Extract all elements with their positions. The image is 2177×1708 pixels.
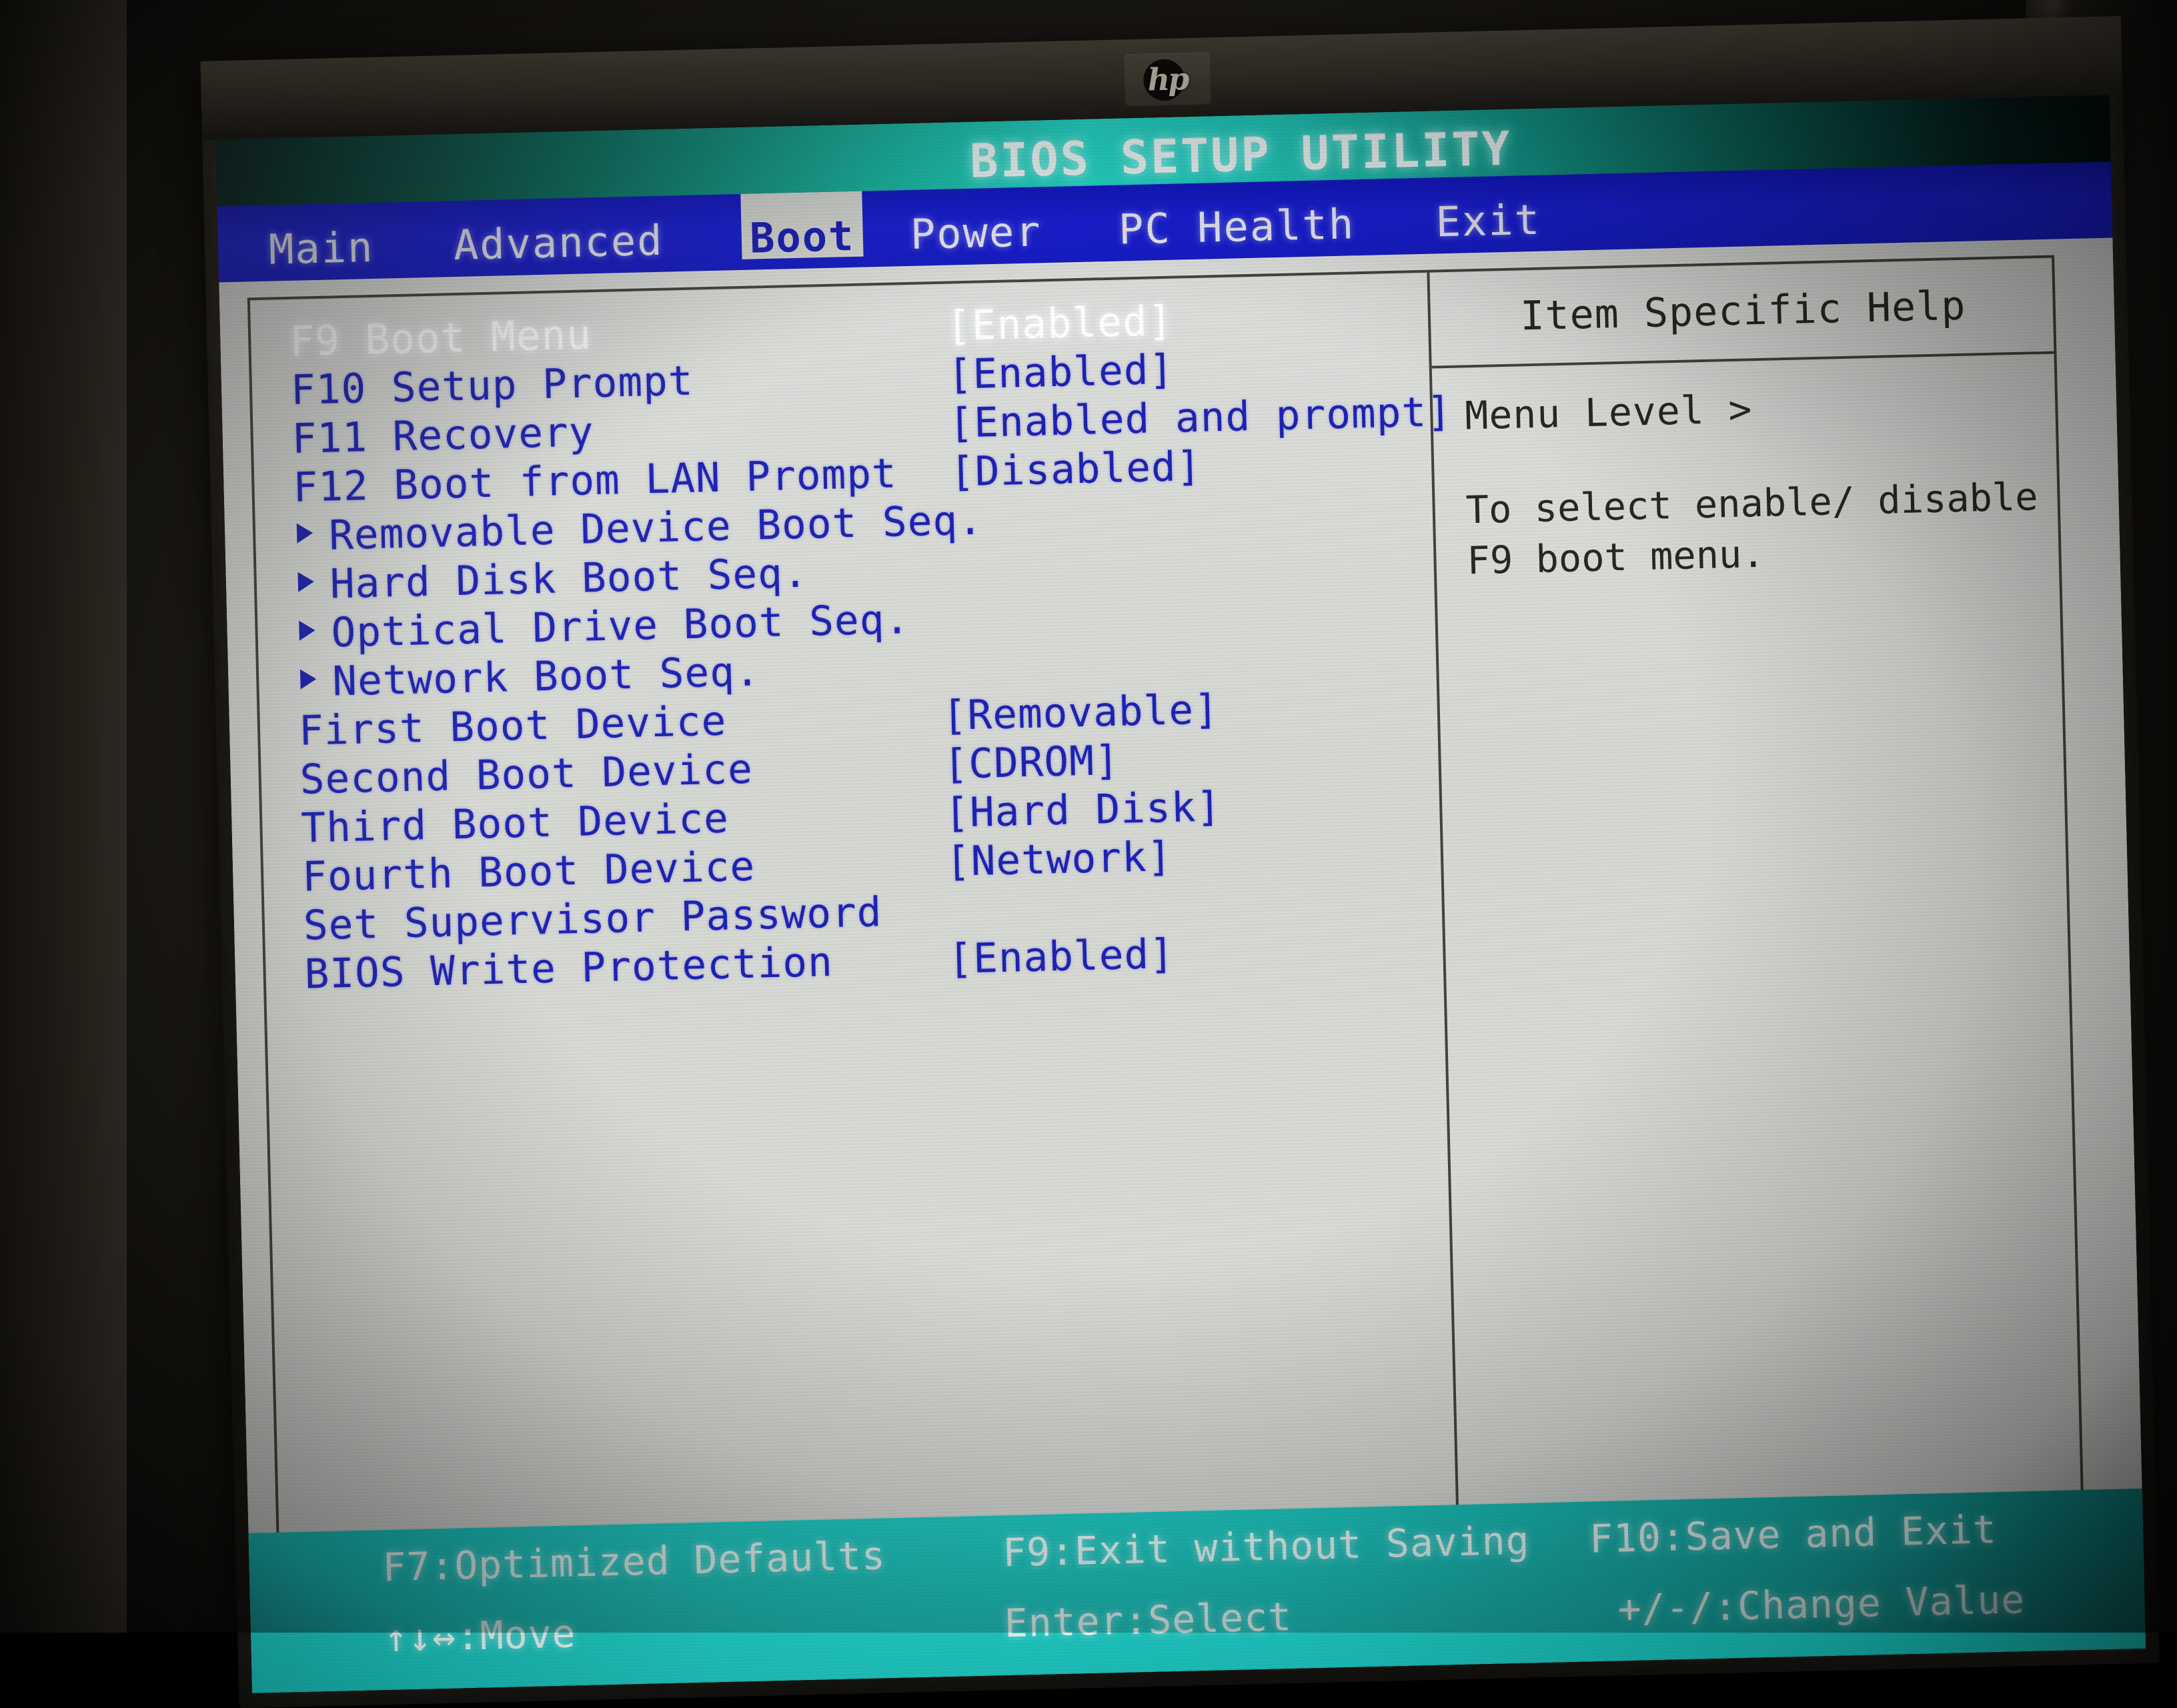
status-key-change-value[interactable]: +/-/:Change Value: [1617, 1577, 2026, 1631]
tab-exit[interactable]: Exit: [1435, 175, 1541, 243]
tab-boot[interactable]: Boot: [741, 191, 864, 259]
laptop-display-bezel: hp BIOS SETUP UTILITY Main Advanced Boot…: [200, 16, 2159, 1708]
status-key-move[interactable]: ↑↓↔:Move: [384, 1611, 576, 1661]
status-key-f9-exit-without-saving[interactable]: F9:Exit without Saving: [1002, 1518, 1531, 1576]
tab-pc-health[interactable]: PC Health: [1118, 179, 1355, 250]
submenu-arrow-icon: [299, 620, 315, 641]
help-description: To select enable/ disable F9 boot menu.: [1465, 472, 2041, 586]
status-key-f10-save-and-exit[interactable]: F10:Save and Exit: [1589, 1507, 1997, 1561]
lcd-screen: BIOS SETUP UTILITY Main Advanced Boot Po…: [215, 95, 2146, 1693]
settings-list: F9 Boot Menu [Enabled] F10 Setup Prompt …: [289, 292, 1413, 1000]
setting-value[interactable]: [Enabled]: [947, 346, 1175, 399]
help-menu-level: Menu Level >: [1465, 386, 1753, 438]
submenu-arrow-icon: [297, 523, 313, 544]
hp-logo-text: hp: [1125, 52, 1211, 106]
hp-logo: hp: [1125, 52, 1211, 106]
content-frame: F9 Boot Menu [Enabled] F10 Setup Prompt …: [247, 255, 2084, 1565]
setting-label: F9 Boot Menu: [289, 311, 592, 365]
status-key-f7-optimized-defaults[interactable]: F7:Optimized Defaults: [382, 1533, 886, 1590]
item-specific-help-panel: Item Specific Help Menu Level > To selec…: [1429, 258, 2084, 1535]
setting-label: First Boot Device: [298, 698, 727, 755]
setting-label: F10 Setup Prompt: [290, 357, 694, 414]
help-panel-title: Item Specific Help: [1430, 281, 2056, 342]
setting-value[interactable]: [Hard Disk]: [944, 783, 1222, 837]
setting-value[interactable]: [Removable]: [942, 686, 1220, 740]
setting-label: F11 Recovery: [291, 408, 594, 463]
setting-value[interactable]: [Enabled]: [948, 930, 1175, 983]
setting-label: Second Boot Device: [299, 746, 754, 804]
setting-label: Fourth Boot Device: [301, 843, 756, 901]
tab-main[interactable]: Main: [268, 203, 375, 271]
status-key-enter-select[interactable]: Enter:Select: [1004, 1594, 1293, 1646]
setting-value[interactable]: [Network]: [945, 833, 1173, 886]
tab-power[interactable]: Power: [909, 187, 1042, 255]
setting-value[interactable]: [Enabled]: [946, 297, 1173, 350]
setting-value[interactable]: [Disabled]: [949, 443, 1202, 496]
setting-value[interactable]: [CDROM]: [943, 737, 1121, 788]
content-area: F9 Boot Menu [Enabled] F10 Setup Prompt …: [219, 237, 2144, 1622]
photo-scene: hp BIOS SETUP UTILITY Main Advanced Boot…: [0, 0, 2177, 1633]
tab-advanced[interactable]: Advanced: [452, 196, 664, 266]
submenu-arrow-icon: [297, 572, 314, 592]
setting-label: Third Boot Device: [301, 795, 730, 852]
room-background-left: [0, 0, 127, 1633]
submenu-arrow-icon: [300, 669, 317, 690]
help-panel-rule: [1432, 351, 2057, 368]
setting-label: Network Boot Seq.: [332, 648, 761, 705]
